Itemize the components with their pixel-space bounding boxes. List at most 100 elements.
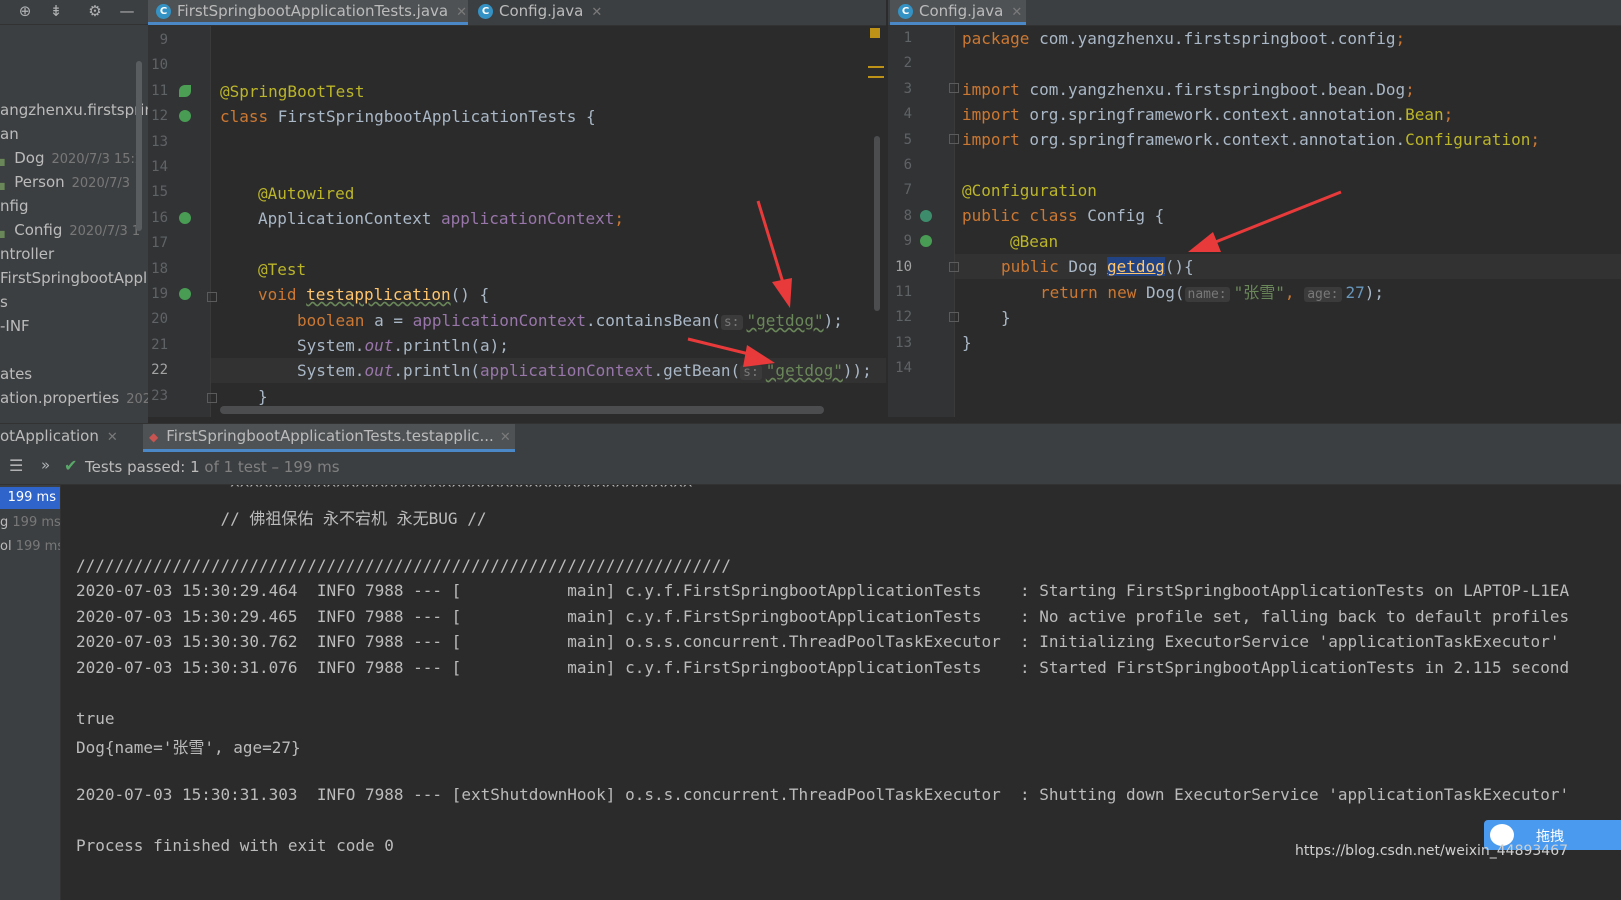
fold-icon[interactable] xyxy=(949,312,959,322)
run-test-icon[interactable] xyxy=(179,288,191,300)
warning-marker-icon[interactable] xyxy=(870,28,880,38)
code-line-18: @Test xyxy=(258,260,307,279)
spring-config-icon[interactable] xyxy=(920,210,932,222)
line-number: 13 xyxy=(151,133,168,150)
editor-hscrollbar[interactable] xyxy=(220,406,824,414)
close-icon[interactable]: ✕ xyxy=(500,430,511,445)
line-number: 22 xyxy=(151,362,168,379)
line-number: 8 xyxy=(903,207,912,224)
code-line-12: class FirstSpringbootApplicationTests { xyxy=(220,107,596,126)
line-number: 10 xyxy=(895,258,912,275)
console-line: 2020-07-03 15:30:29.464 INFO 7988 --- [ … xyxy=(76,581,1570,600)
run-tab-test[interactable]: ◆ FirstSpringbootApplicationTests.testapp… xyxy=(143,424,515,452)
run-tab-application[interactable]: otApplication ✕ xyxy=(0,424,118,452)
console-line: // 佛祖保佑 永不宕机 永无BUG // xyxy=(76,508,487,528)
code-line-19: void testapplication() { xyxy=(258,285,490,304)
more-icon[interactable]: » xyxy=(41,456,50,474)
console-output[interactable]: ^^^^^^^^^^^^^^^^^^^^^^^^^^^^^^^^^^^^^^^^… xyxy=(61,485,1621,900)
class-icon: ▖ xyxy=(0,224,10,238)
code-line-3: import com.yangzhenxu.firstspringboot.be… xyxy=(962,80,1415,99)
autowired-icon[interactable] xyxy=(179,212,191,224)
tree-item-config[interactable]: ▖ Config 2020/7/3 1 xyxy=(0,218,140,242)
line-number: 4 xyxy=(903,106,912,123)
project-toolbar: ⊕ ⇟ ⚙ — xyxy=(0,0,148,25)
test-tree-item[interactable]: ol 199 ms xyxy=(0,536,60,558)
editor-vscrollbar[interactable] xyxy=(874,136,880,311)
console-line: 2020-07-03 15:30:30.762 INFO 7988 --- [ … xyxy=(76,632,1560,651)
scroll-marker xyxy=(868,66,884,68)
close-icon[interactable]: ✕ xyxy=(1011,5,1022,20)
line-number: 15 xyxy=(151,184,168,201)
code-line-12: } xyxy=(1001,308,1011,327)
tab-config-right[interactable]: C Config.java ✕ xyxy=(890,0,1026,25)
tree-item-dog[interactable]: ▖ Dog 2020/7/3 15:2 xyxy=(0,146,143,170)
run-tabs: otApplication ✕ ◆ FirstSpringbootApplicati… xyxy=(0,423,1621,453)
red-arrow-annotation xyxy=(756,200,792,308)
fold-icon[interactable] xyxy=(949,134,959,144)
collapse-icon[interactable]: ⇟ xyxy=(45,0,67,24)
collapse-all-icon[interactable]: ☰ xyxy=(9,456,23,475)
fold-icon[interactable] xyxy=(207,292,217,302)
console-line: ////////////////////////////////////////… xyxy=(76,555,732,575)
spring-bean-icon[interactable] xyxy=(920,235,932,247)
code-line-8: public class Config { xyxy=(962,206,1165,225)
code-line-11: return new Dog(name: "张雪", age: 27); xyxy=(1040,283,1385,302)
tree-item[interactable]: FirstSpringbootAppl xyxy=(0,266,147,290)
test-tree-item-selected[interactable]: 199 ms xyxy=(0,487,60,509)
console-line: Dog{name='张雪', age=27} xyxy=(76,738,301,757)
right-code-editor[interactable]: 1 2 3 4 5 6 7 8 9 10 11 12 13 14 package com.yangzhen… xyxy=(888,26,1621,417)
code-line-13: } xyxy=(962,333,972,352)
line-number: 3 xyxy=(903,80,912,97)
code-line-22: System.out.println(applicationContext.ge… xyxy=(297,361,872,380)
line-number: 23 xyxy=(151,387,168,404)
tree-item[interactable]: nfig xyxy=(0,194,28,218)
crosshair-icon[interactable]: ⊕ xyxy=(14,0,36,24)
tree-item[interactable]: angzhenxu.firstspring xyxy=(0,98,148,122)
tree-item[interactable]: -INF xyxy=(0,314,30,338)
tree-item[interactable]: ates xyxy=(0,362,32,386)
test-results-tree: 199 ms g 199 ms ol 199 ms xyxy=(0,485,61,900)
line-number: 1 xyxy=(903,30,912,46)
code-line-9: @Bean xyxy=(1010,232,1059,251)
left-code-editor[interactable]: 9 10 11 12 13 14 15 16 17 18 19 20 21 22 23 @SpringBoo… xyxy=(148,26,886,417)
console-line: 2020-07-03 15:30:29.465 INFO 7988 --- [ … xyxy=(76,606,1570,626)
run-test-icon[interactable] xyxy=(179,110,191,122)
code-line-20: boolean a = applicationContext.containsB… xyxy=(297,311,843,330)
close-icon[interactable]: ✕ xyxy=(591,5,602,20)
line-number: 19 xyxy=(151,286,168,302)
junit-icon: ◆ xyxy=(149,430,159,444)
line-number: 21 xyxy=(151,336,168,353)
tree-item[interactable]: s xyxy=(0,290,8,314)
tree-item[interactable]: an xyxy=(0,122,19,146)
line-number: 12 xyxy=(151,108,168,125)
tree-item-person[interactable]: ▖ Person 2020/7/3 xyxy=(0,170,130,194)
code-line-15: @Autowired xyxy=(258,184,355,203)
tab-config[interactable]: C Config.java ✕ xyxy=(470,0,610,25)
tab-firstspringbootapplicationtests[interactable]: C FirstSpringbootApplicationTests.java ✕ xyxy=(148,0,468,25)
line-number: 14 xyxy=(895,360,912,377)
console-line: ^^^^^^^^^^^^^^^^^^^^^^^^^^^^^^^^^^^^^^^^… xyxy=(76,485,693,498)
class-icon: C xyxy=(156,4,171,19)
fold-icon[interactable] xyxy=(949,262,959,272)
close-icon[interactable]: ✕ xyxy=(107,430,118,445)
console-line: 2020-07-03 15:30:31.076 INFO 7988 --- [ … xyxy=(76,657,1570,677)
tree-item[interactable]: ation.properties 202 xyxy=(0,386,148,410)
minimize-icon[interactable]: — xyxy=(116,0,138,24)
gear-icon[interactable]: ⚙ xyxy=(84,0,106,24)
line-number: 16 xyxy=(151,209,168,226)
line-number: 11 xyxy=(895,284,912,300)
red-arrow-annotation xyxy=(1188,190,1342,252)
fold-icon[interactable] xyxy=(949,83,959,93)
line-number: 12 xyxy=(895,309,912,326)
spring-leaf-icon[interactable] xyxy=(179,85,191,97)
line-number: 11 xyxy=(151,82,168,99)
code-line-5: import org.springframework.context.annot… xyxy=(962,130,1540,149)
test-tree-item[interactable]: g 199 ms xyxy=(0,512,60,534)
test-status: Tests passed: 1 of 1 test – 199 ms xyxy=(85,458,340,476)
line-number: 17 xyxy=(151,235,168,252)
tree-scrollbar[interactable] xyxy=(136,61,142,231)
fold-icon[interactable] xyxy=(207,393,217,403)
tree-item[interactable]: ntroller xyxy=(0,242,54,266)
code-line-11: @SpringBootTest xyxy=(220,82,365,101)
close-icon[interactable]: ✕ xyxy=(456,5,467,20)
